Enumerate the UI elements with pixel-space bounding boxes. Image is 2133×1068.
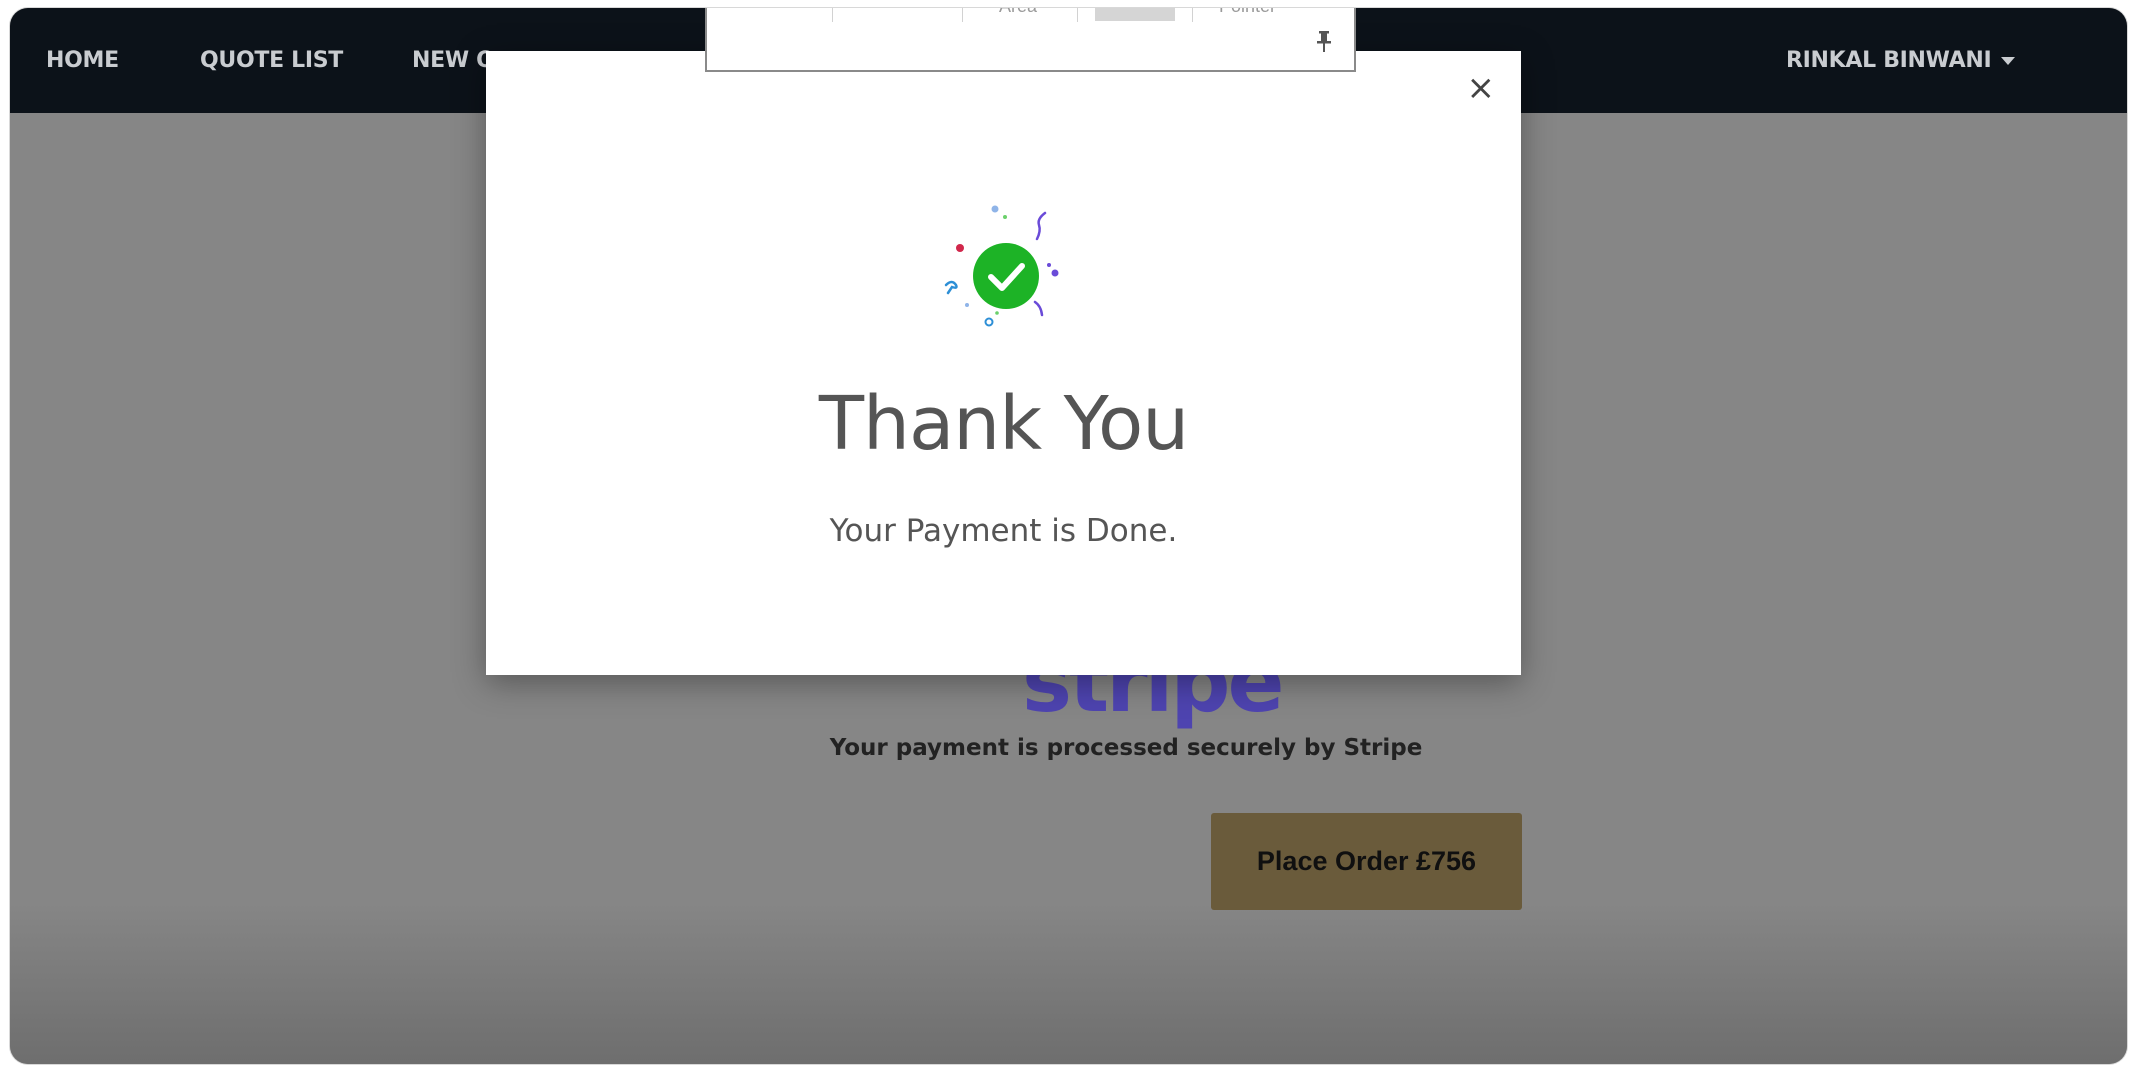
app-window: HOME QUOTE LIST NEW Q RINKAL BINWANI str… [10,8,2127,1064]
close-icon[interactable]: × [1467,71,1496,105]
toolbar-divider [962,8,963,22]
nav-item-new-quote[interactable]: NEW Q [412,8,495,113]
toolbar-selected-option[interactable] [1095,8,1175,21]
toolbar-pointer-option[interactable]: Pointer [1219,8,1276,17]
success-check-icon [944,205,1059,327]
user-name: RINKAL BINWANI [1786,48,1992,73]
snipping-toolbar: Area Pointer [705,8,1356,72]
confetti-dot [956,244,964,252]
toolbar-area-option[interactable]: Area [999,8,1037,17]
confetti-dot [995,311,999,315]
toolbar-divider [832,8,833,22]
confetti-dot [965,303,969,307]
pin-icon[interactable] [1314,30,1334,54]
nav-item-home[interactable]: HOME [46,8,119,113]
confetti-squiggle [944,280,958,295]
confetti-squiggle [1033,300,1044,317]
confetti-ring [984,317,994,327]
confetti-dot [1047,263,1051,267]
user-menu[interactable]: RINKAL BINWANI [1786,8,2016,113]
modal-message: Your Payment is Done. [829,513,1178,549]
caret-down-icon [2001,57,2016,65]
confetti-dot [991,205,999,213]
place-order-button[interactable]: Place Order £756 [1211,813,1522,910]
modal-title: Thank You [818,381,1189,467]
toolbar-divider [1077,8,1078,22]
nav-item-quote-list[interactable]: QUOTE LIST [200,8,343,113]
toolbar-divider [1192,8,1193,22]
thank-you-modal: × Thank You Your Payment is Done. [486,51,1521,675]
check-circle [973,243,1039,309]
secure-payment-note: Your payment is processed securely by St… [829,735,1423,761]
confetti-dot [1003,215,1007,219]
confetti-squiggle [1035,211,1047,241]
confetti-dot [1051,269,1059,277]
